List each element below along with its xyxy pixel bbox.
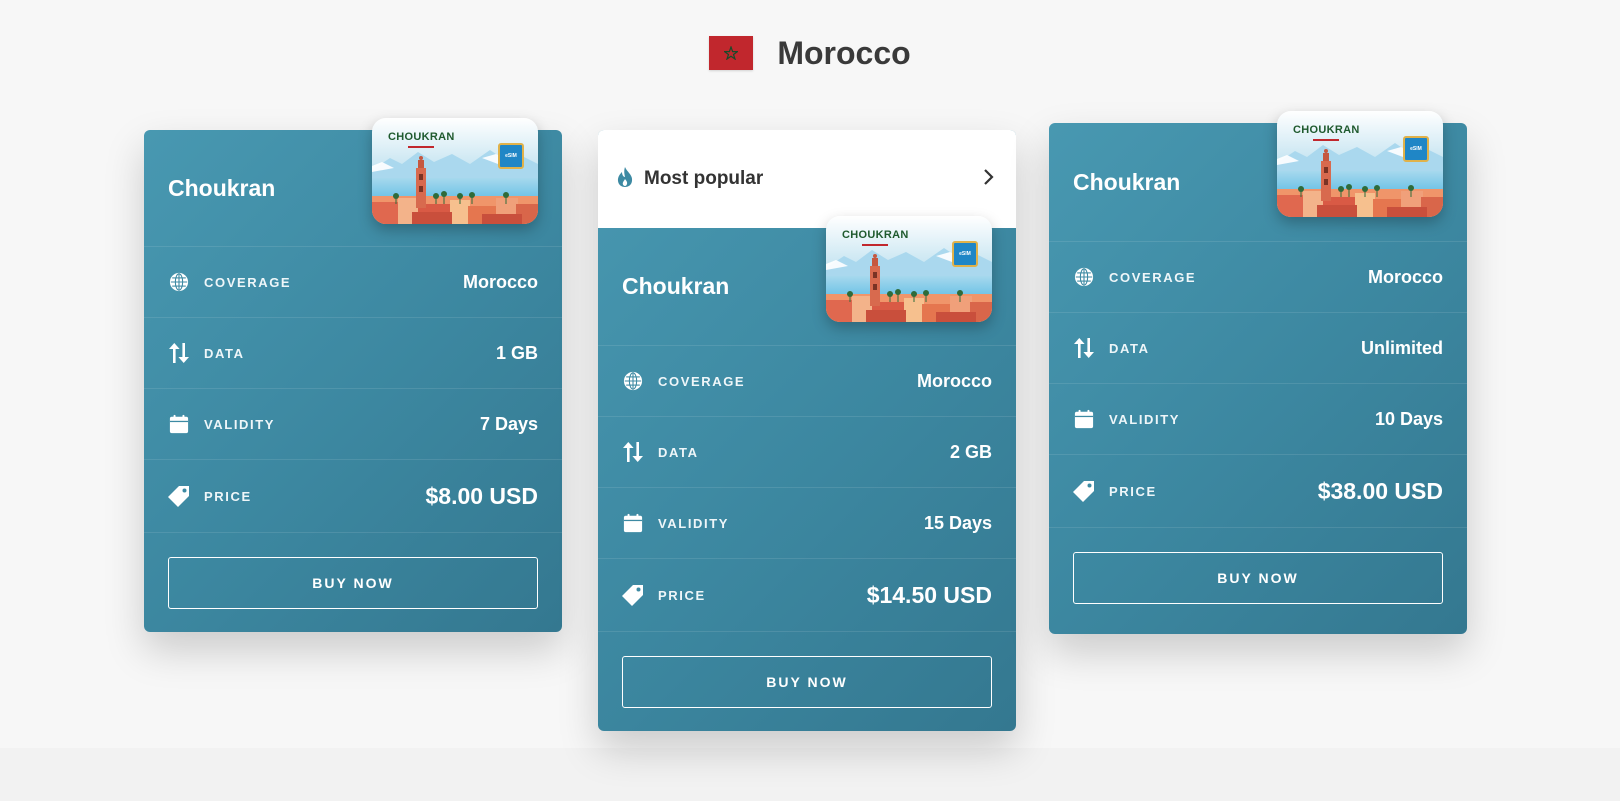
validity-label: VALIDITY xyxy=(204,416,276,432)
price-value: $14.50 USD xyxy=(866,581,992,608)
price-label: PRICE xyxy=(658,587,706,603)
esim-chip-icon: eSIM xyxy=(1403,136,1429,162)
plan-name: Choukran xyxy=(168,174,276,201)
arrows-up-down-icon xyxy=(168,342,190,364)
data-value: 2 GB xyxy=(949,441,992,462)
sim-card-image: CHOUKRAN eSIM xyxy=(372,118,538,224)
sim-card-image: CHOUKRAN eSIM xyxy=(826,216,992,322)
price-value: $8.00 USD xyxy=(425,482,538,509)
globe-icon xyxy=(622,370,644,392)
price-tag-icon xyxy=(168,485,190,507)
arrows-up-down-icon xyxy=(622,441,644,463)
most-popular-label: Most popular xyxy=(644,168,764,189)
data-row: DATA 2 GB xyxy=(598,416,1016,487)
price-row: PRICE $38.00 USD xyxy=(1049,454,1467,527)
sim-brand-underline xyxy=(862,244,888,246)
price-label: PRICE xyxy=(204,488,252,504)
esim-chip-icon: eSIM xyxy=(952,241,978,267)
calendar-icon xyxy=(168,413,190,435)
price-value: $38.00 USD xyxy=(1317,477,1443,504)
price-label: PRICE xyxy=(1109,483,1157,499)
most-popular-banner[interactable]: Most popular xyxy=(598,130,1016,228)
coverage-value: Morocco xyxy=(1367,266,1443,287)
plan-header: Choukran CHOUKRAN eSIM xyxy=(144,130,562,246)
plan-card-1: Choukran CHOUKRAN eSIM COVERAGE Morocco … xyxy=(144,130,562,632)
coverage-label: COVERAGE xyxy=(1109,269,1197,285)
buy-now-button[interactable]: BUY NOW xyxy=(622,656,992,708)
plan-header: Choukran CHOUKRAN eSIM xyxy=(1049,123,1467,241)
data-row: DATA 1 GB xyxy=(144,317,562,388)
coverage-value: Morocco xyxy=(916,370,992,391)
flame-icon xyxy=(616,166,634,193)
price-row: PRICE $14.50 USD xyxy=(598,558,1016,631)
coverage-label: COVERAGE xyxy=(658,373,746,389)
price-tag-icon xyxy=(622,584,644,606)
coverage-row: COVERAGE Morocco xyxy=(1049,241,1467,312)
buy-now-button[interactable]: BUY NOW xyxy=(168,557,538,609)
validity-label: VALIDITY xyxy=(658,515,730,531)
sim-brand-label: CHOUKRAN xyxy=(388,131,455,143)
sim-brand-label: CHOUKRAN xyxy=(1293,124,1360,136)
validity-row: VALIDITY 15 Days xyxy=(598,487,1016,558)
data-value: 1 GB xyxy=(495,342,538,363)
sim-brand-label: CHOUKRAN xyxy=(842,229,909,241)
data-label: DATA xyxy=(204,345,245,361)
validity-value: 7 Days xyxy=(479,413,538,434)
page-title: Morocco xyxy=(777,34,911,71)
plan-header: Choukran CHOUKRAN eSIM xyxy=(598,228,1016,345)
coverage-label: COVERAGE xyxy=(204,274,292,290)
coverage-row: COVERAGE Morocco xyxy=(144,246,562,317)
chevron-right-icon[interactable] xyxy=(982,168,994,191)
data-row: DATA Unlimited xyxy=(1049,312,1467,383)
price-row: PRICE $8.00 USD xyxy=(144,459,562,532)
arrows-up-down-icon xyxy=(1073,337,1095,359)
coverage-value: Morocco xyxy=(462,271,538,292)
validity-row: VALIDITY 7 Days xyxy=(144,388,562,459)
sim-card-image: CHOUKRAN eSIM xyxy=(1277,111,1443,217)
calendar-icon xyxy=(1073,408,1095,430)
calendar-icon xyxy=(622,512,644,534)
page-header: Morocco xyxy=(0,30,1620,76)
price-tag-icon xyxy=(1073,480,1095,502)
page-footer-band xyxy=(0,748,1620,801)
buy-section: BUY NOW xyxy=(598,631,1016,708)
sim-brand-underline xyxy=(1313,139,1339,141)
data-label: DATA xyxy=(658,444,699,460)
validity-label: VALIDITY xyxy=(1109,411,1181,427)
buy-section: BUY NOW xyxy=(144,532,562,609)
globe-icon xyxy=(1073,266,1095,288)
validity-row: VALIDITY 10 Days xyxy=(1049,383,1467,454)
esim-chip-icon: eSIM xyxy=(498,143,524,169)
sim-brand-underline xyxy=(408,146,434,148)
validity-value: 10 Days xyxy=(1374,408,1443,429)
coverage-row: COVERAGE Morocco xyxy=(598,345,1016,416)
data-label: DATA xyxy=(1109,340,1150,356)
buy-now-button[interactable]: BUY NOW xyxy=(1073,552,1443,604)
globe-icon xyxy=(168,271,190,293)
morocco-flag-icon xyxy=(709,36,754,70)
plan-card-2: Most popular Choukran CHOUKRAN eSIM COVE… xyxy=(598,130,1016,731)
data-value: Unlimited xyxy=(1360,337,1443,358)
buy-section: BUY NOW xyxy=(1049,527,1467,604)
plan-name: Choukran xyxy=(1073,168,1181,195)
validity-value: 15 Days xyxy=(923,512,992,533)
plan-card-3: Choukran CHOUKRAN eSIM COVERAGE Morocco … xyxy=(1049,123,1467,634)
plan-name: Choukran xyxy=(622,273,730,299)
